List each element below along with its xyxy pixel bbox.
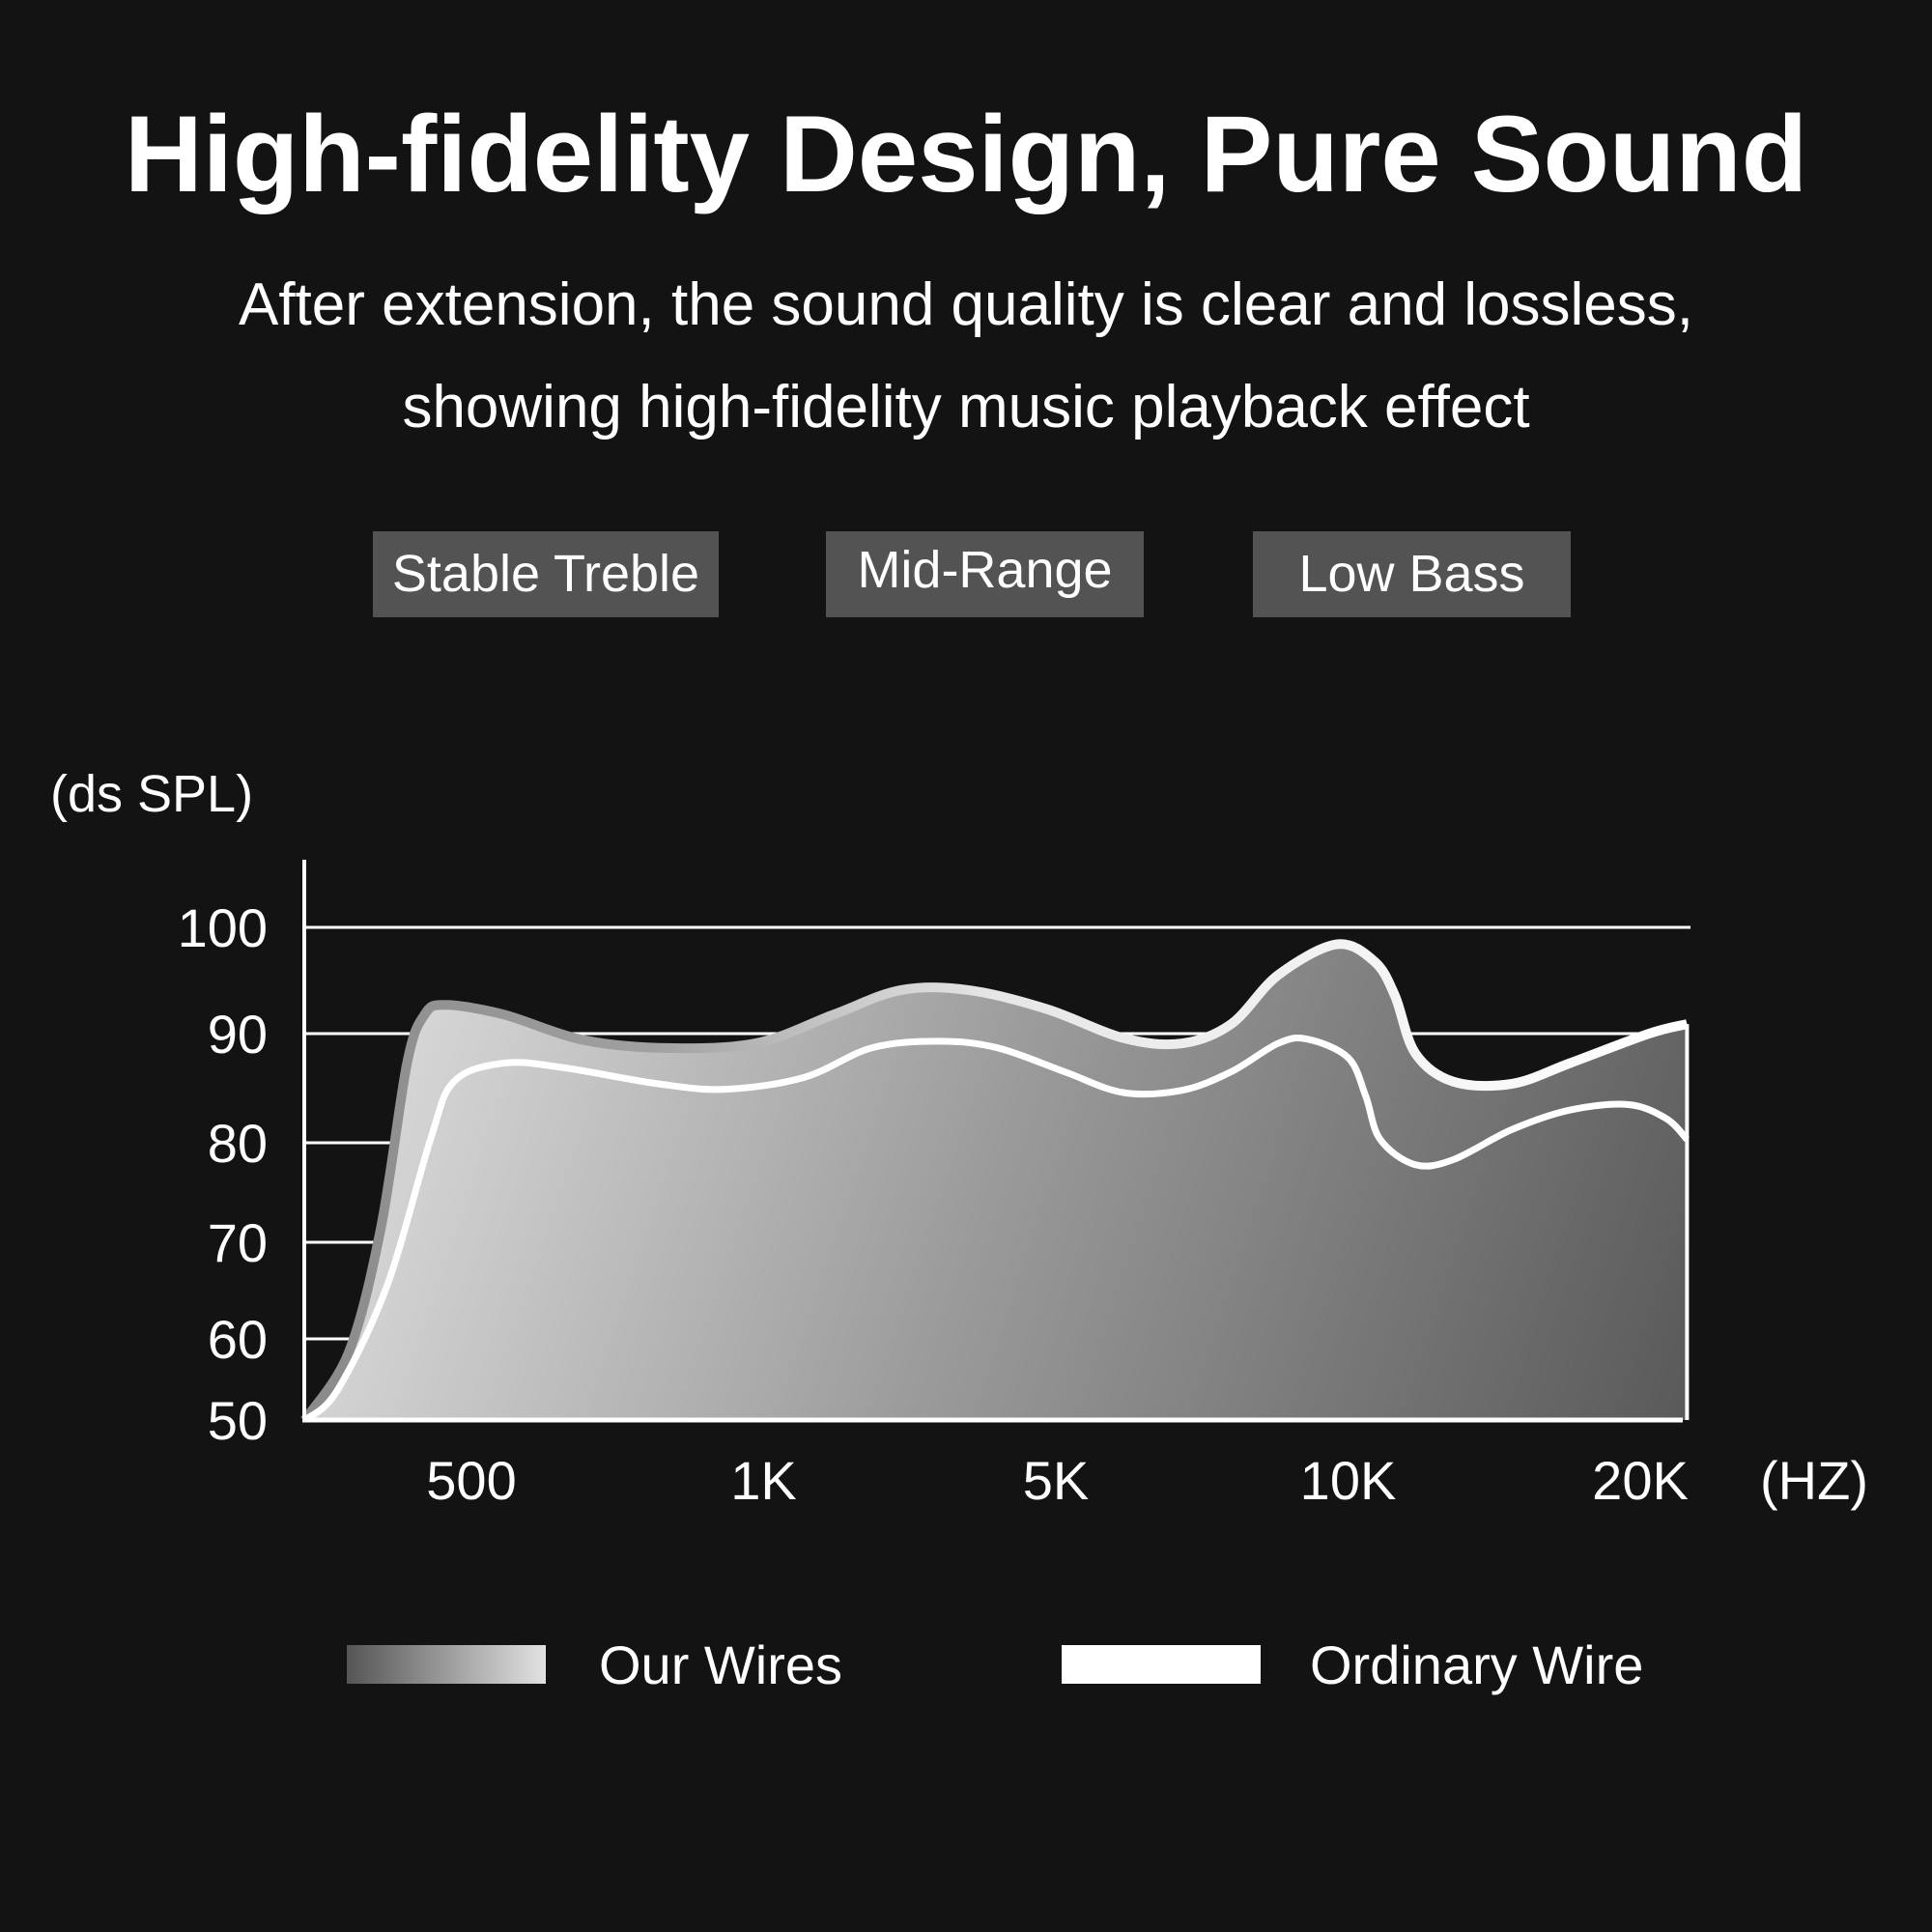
y-tick-label: 100 — [178, 897, 268, 958]
legend-swatch-ordinary-wire — [1062, 1645, 1261, 1684]
legend-label-ordinary-wire: Ordinary Wire — [1310, 1634, 1644, 1695]
x-tick-label: 500 — [426, 1450, 516, 1511]
x-axis-unit-label: (HZ) — [1760, 1450, 1868, 1511]
y-tick-label: 90 — [208, 1004, 268, 1065]
x-tick-label: 5K — [1023, 1450, 1090, 1511]
legend-label-our-wires: Our Wires — [599, 1634, 842, 1695]
legend-swatch-our-wires — [347, 1645, 546, 1684]
x-tick-label: 1K — [730, 1450, 797, 1511]
y-axis-label: (ds SPL) — [50, 765, 253, 823]
y-tick-label: 50 — [208, 1390, 268, 1451]
x-tick-label: 20K — [1592, 1450, 1689, 1511]
x-tick-label: 10K — [1300, 1450, 1397, 1511]
y-tick-label: 60 — [208, 1309, 268, 1370]
y-tick-label: 80 — [208, 1113, 268, 1174]
y-tick-label: 70 — [208, 1212, 268, 1273]
